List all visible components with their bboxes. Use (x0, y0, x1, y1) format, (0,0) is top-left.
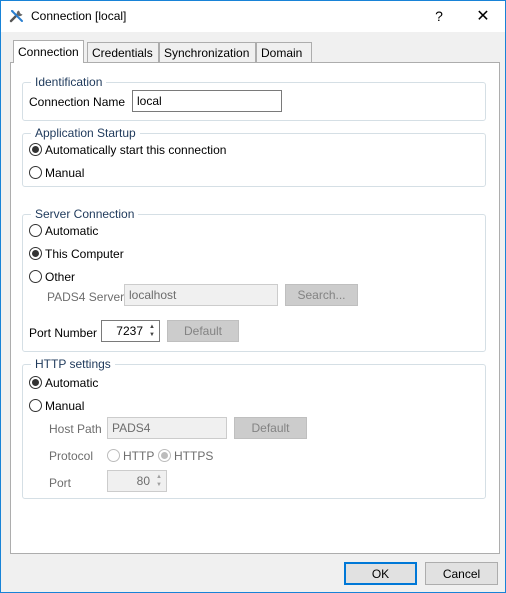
spin-arrows[interactable]: ▲ ▼ (145, 321, 159, 341)
cancel-button[interactable]: Cancel (425, 562, 498, 585)
tab-connection[interactable]: Connection (13, 40, 84, 63)
protocol-http-radio[interactable] (107, 449, 120, 462)
cancel-button-label: Cancel (442, 566, 481, 581)
auto-start-radio[interactable] (29, 143, 42, 156)
tab-label: Synchronization (164, 46, 250, 60)
manual-start-label: Manual (45, 166, 85, 180)
http-port-spinner[interactable]: 80 ▲ ▼ (107, 470, 167, 492)
auto-start-label: Automatically start this connection (45, 143, 227, 157)
port-number-spinner[interactable]: 7237 ▲ ▼ (101, 320, 160, 342)
pads4-server-label: PADS4 Server (47, 290, 125, 304)
protocol-https-radio[interactable] (158, 449, 171, 462)
server-connection-title: Server Connection (35, 207, 135, 221)
search-server-button[interactable]: Search... (285, 284, 358, 306)
default-button-label: Default (183, 324, 223, 338)
tab-label: Credentials (92, 46, 153, 60)
http-manual-radio[interactable] (29, 399, 42, 412)
port-default-button[interactable]: Default (167, 320, 239, 342)
spin-up-icon[interactable]: ▲ (156, 473, 162, 481)
this-computer-radio[interactable] (29, 247, 42, 260)
http-port-value: 80 (136, 474, 150, 488)
tab-synchronization[interactable]: Synchronization (159, 42, 256, 62)
close-icon: ✕ (476, 8, 490, 25)
spin-up-icon[interactable]: ▲ (149, 323, 155, 331)
server-automatic-radio[interactable] (29, 224, 42, 237)
http-automatic-radio[interactable] (29, 376, 42, 389)
ok-button[interactable]: OK (344, 562, 417, 585)
tab-label: Connection (18, 45, 79, 59)
close-button[interactable]: ✕ (463, 1, 503, 31)
protocol-label: Protocol (49, 449, 94, 463)
server-automatic-label: Automatic (45, 224, 99, 238)
http-automatic-label: Automatic (45, 376, 99, 390)
tools-icon (9, 10, 23, 23)
tab-label: Domain (261, 46, 303, 60)
other-server-radio[interactable] (29, 270, 42, 283)
search-button-label: Search... (297, 288, 346, 302)
help-button[interactable]: ? (419, 1, 459, 31)
http-manual-label: Manual (45, 399, 85, 413)
connection-dialog: Connection [local] ? ✕ Connection Creden… (0, 0, 506, 593)
other-server-label: Other (45, 270, 76, 284)
http-port-label: Port (49, 476, 72, 490)
manual-start-radio[interactable] (29, 166, 42, 179)
connection-name-input[interactable] (132, 90, 282, 112)
application-startup-group: Application Startup (22, 127, 486, 187)
spin-arrows[interactable]: ▲ ▼ (152, 471, 166, 491)
this-computer-label: This Computer (45, 247, 124, 261)
ok-button-label: OK (371, 566, 390, 581)
port-number-label: Port Number (29, 326, 98, 340)
spin-down-icon[interactable]: ▼ (156, 481, 162, 489)
connection-name-label: Connection Name (29, 95, 126, 109)
host-path-default-button[interactable]: Default (234, 417, 307, 439)
window-title: Connection [local] (31, 9, 127, 23)
default-button-label: Default (251, 421, 290, 435)
http-settings-title: HTTP settings (35, 357, 111, 371)
spin-down-icon[interactable]: ▼ (149, 331, 155, 339)
title-bar: Connection [local] ? ✕ (1, 1, 505, 32)
host-path-label: Host Path (49, 422, 102, 436)
port-number-value: 7237 (116, 324, 143, 338)
tab-credentials[interactable]: Credentials (87, 42, 159, 62)
application-startup-title: Application Startup (35, 126, 136, 140)
help-icon: ? (435, 8, 443, 24)
host-path-input[interactable] (107, 417, 227, 439)
protocol-http-label: HTTP (123, 449, 155, 463)
protocol-https-label: HTTPS (174, 449, 214, 463)
pads4-server-input[interactable] (124, 284, 278, 306)
tab-domain[interactable]: Domain (256, 42, 312, 62)
identification-title: Identification (35, 75, 103, 89)
